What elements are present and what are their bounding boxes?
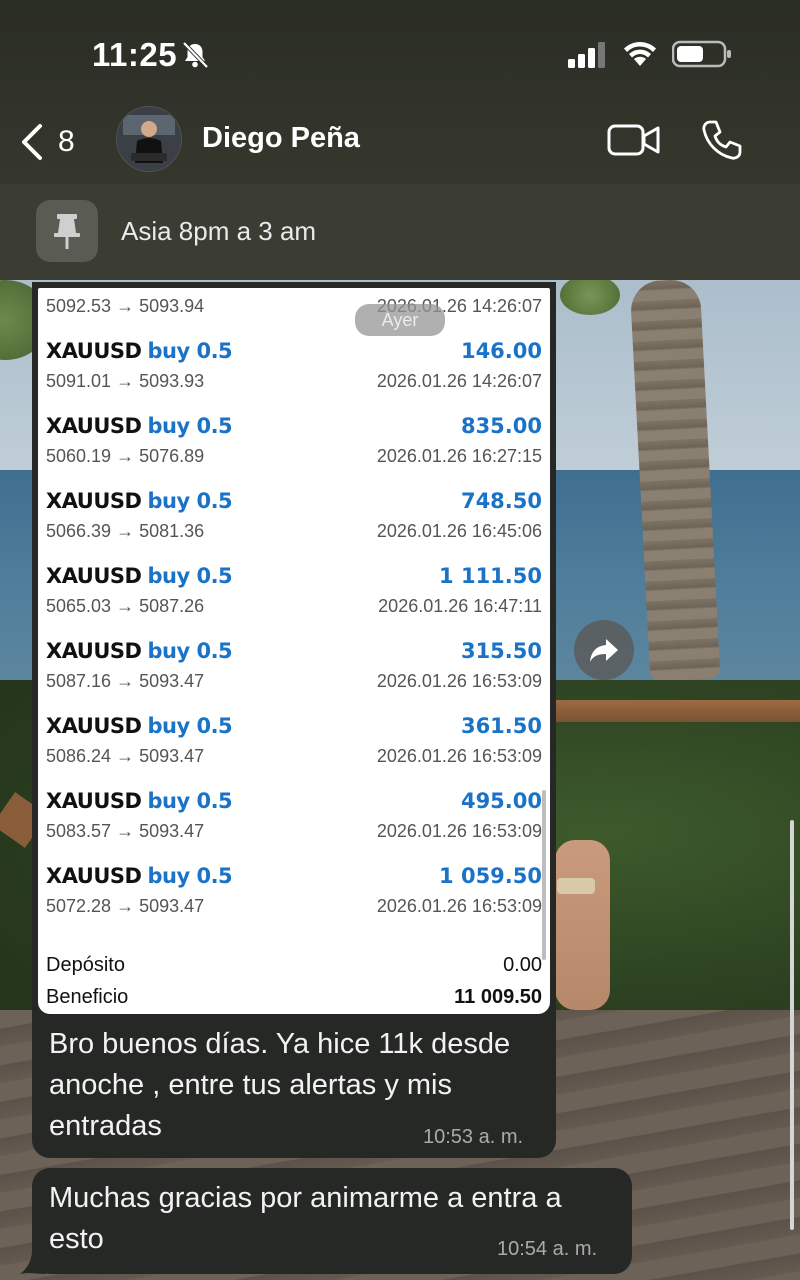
trade-symbol-text: XAUUSD: [46, 789, 142, 813]
person-icon: [117, 107, 181, 171]
phone-icon[interactable]: [700, 118, 744, 162]
trade-symbol-text: XAUUSD: [46, 339, 142, 363]
wifi-icon: [624, 42, 656, 66]
trade-row: XAUUSD buy 0.5 361.50 5086.24 → 5093.47 2026…: [38, 700, 550, 775]
pin-icon: [36, 200, 98, 262]
back-button[interactable]: 8: [20, 120, 75, 164]
trade-profit: 361.50: [460, 714, 542, 738]
trade-symbol: XAUUSD buy 0.5: [46, 339, 233, 363]
trade-timestamp: 2026.01.26 16:47:11: [378, 596, 542, 616]
deposit-label: Depósito: [46, 954, 125, 976]
trade-prices: 5092.53 → 5093.94: [46, 296, 205, 316]
trade-row: XAUUSD buy 0.5 315.50 5087.16 → 5093.47 2026…: [38, 625, 550, 700]
deposit-row: Depósito 0.00: [46, 954, 542, 977]
battery-icon: [672, 40, 731, 68]
unread-count: 8: [58, 125, 75, 158]
trade-prices: 5087.16 → 5093.47: [46, 671, 205, 691]
wallpaper-leaves-right: [560, 275, 620, 315]
trade-timestamp: 2026.01.26 16:27:15: [376, 446, 542, 466]
profit-value: 11 009.50: [454, 986, 542, 1008]
trade-symbol-text: XAUUSD: [46, 414, 142, 438]
trade-prices: 5091.01 → 5093.93: [46, 371, 205, 391]
profit-row: Beneficio 11 009.50: [46, 986, 542, 1009]
wallpaper-railing: [555, 700, 800, 722]
trade-timestamp: 2026.01.26 16:53:09: [376, 896, 542, 916]
trade-direction: buy 0.5: [147, 564, 233, 588]
trade-prices: 5083.57 → 5093.47: [46, 821, 205, 841]
trade-direction: buy 0.5: [147, 489, 233, 513]
trade-row: XAUUSD buy 0.5 748.50 5066.39 → 5081.36 2026…: [38, 475, 550, 550]
screenshot-scrollbar: [542, 790, 546, 960]
trade-row: XAUUSD buy 0.5 495.00 5083.57 → 5093.47 2026…: [38, 775, 550, 850]
trade-profit: 146.00: [460, 339, 542, 363]
contact-avatar[interactable]: [116, 106, 182, 172]
trade-symbol: XAUUSD buy 0.5: [46, 789, 233, 813]
trade-prices: 5072.28 → 5093.47: [46, 896, 205, 916]
pinned-message-bar[interactable]: Asia 8pm a 3 am: [0, 184, 800, 280]
wallpaper-person-arm: [555, 840, 610, 1010]
trade-direction: buy 0.5: [147, 339, 233, 363]
trade-row: XAUUSD buy 0.5 1 059.50 5072.28 → 5093.47 20…: [38, 850, 550, 925]
profit-label: Beneficio: [46, 986, 129, 1008]
trade-symbol: XAUUSD buy 0.5: [46, 714, 233, 738]
pushpin-icon: [54, 214, 80, 249]
trade-symbol-text: XAUUSD: [46, 639, 142, 663]
trade-prices: 5065.03 → 5087.26: [46, 596, 205, 616]
trade-timestamp: 2026.01.26 14:26:07: [376, 371, 542, 391]
trade-row: XAUUSD buy 0.5 1 111.50 5065.03 → 5087.26 20…: [38, 550, 550, 625]
pinned-text: Asia 8pm a 3 am: [121, 216, 317, 246]
date-chip: Ayer: [355, 304, 445, 336]
trade-symbol-text: XAUUSD: [46, 864, 142, 888]
trade-timestamp: 2026.01.26 16:53:09: [376, 746, 542, 766]
trade-symbol-text: XAUUSD: [46, 714, 142, 738]
trade-symbol: XAUUSD buy 0.5: [46, 639, 233, 663]
trade-prices: 5060.19 → 5076.89: [46, 446, 205, 466]
trade-symbol-text: XAUUSD: [46, 564, 142, 588]
trade-profit: 1 059.50: [439, 864, 542, 888]
trade-history-screenshot[interactable]: XAUUSDbuy 0.570.505092.53 → 5093.942026.…: [38, 288, 550, 1014]
trade-profit: 835.00: [460, 414, 542, 438]
trade-timestamp: 2026.01.26 16:45:06: [376, 521, 542, 541]
trade-prices: 5086.24 → 5093.47: [46, 746, 205, 766]
bell-off-icon: [182, 41, 209, 69]
video-call-icon[interactable]: [606, 120, 662, 160]
trade-direction: buy 0.5: [147, 864, 233, 888]
bubble-tail: [20, 1250, 46, 1274]
trade-profit: 748.50: [460, 489, 542, 513]
wallpaper-watch: [557, 878, 595, 894]
trade-symbol: XAUUSD buy 0.5: [46, 564, 233, 588]
status-time: 11:25: [92, 36, 178, 73]
trade-direction: buy 0.5: [147, 714, 233, 738]
trade-prices: 5066.39 → 5081.36: [46, 521, 205, 541]
signal-icon: [568, 42, 605, 68]
trade-profit: 315.50: [460, 639, 542, 663]
trade-direction: buy 0.5: [147, 414, 233, 438]
message-time: 10:53 a. m.: [423, 1126, 524, 1148]
status-bar: 11:25: [0, 0, 800, 100]
trade-symbol-text: XAUUSD: [46, 489, 142, 513]
chevron-left-icon: [22, 124, 42, 160]
trade-timestamp: 2026.01.26 16:53:09: [376, 821, 542, 841]
trade-row: XAUUSD buy 0.5 146.00 5091.01 → 5093.93 2026…: [38, 325, 550, 400]
deposit-value: 0.00: [503, 954, 542, 976]
message-time: 10:54 a. m.: [497, 1238, 598, 1260]
contact-name[interactable]: Diego Peña: [202, 122, 360, 155]
trade-direction: buy 0.5: [147, 639, 233, 663]
trade-timestamp: 2026.01.26 16:53:09: [376, 671, 542, 691]
forward-button[interactable]: [574, 620, 634, 680]
forward-arrow-icon: [590, 639, 618, 662]
trade-profit: 1 111.50: [439, 564, 542, 588]
trade-symbol: XAUUSD buy 0.5: [46, 489, 233, 513]
trade-profit: 495.00: [460, 789, 542, 813]
trade-row: XAUUSDbuy 0.570.505092.53 → 5093.942026.…: [38, 288, 550, 325]
chat-header: 11:25 8 Diego Peña Asia 8pm a 3 am: [0, 0, 800, 280]
trade-symbol: XAUUSD buy 0.5: [46, 414, 233, 438]
trade-row: XAUUSD buy 0.5 835.00 5060.19 → 5076.89 2026…: [38, 400, 550, 475]
trade-direction: buy 0.5: [147, 789, 233, 813]
trade-symbol: XAUUSD buy 0.5: [46, 864, 233, 888]
chat-scrollbar[interactable]: [790, 820, 794, 1230]
chat-nav-row: 8 Diego Peña: [0, 100, 800, 184]
